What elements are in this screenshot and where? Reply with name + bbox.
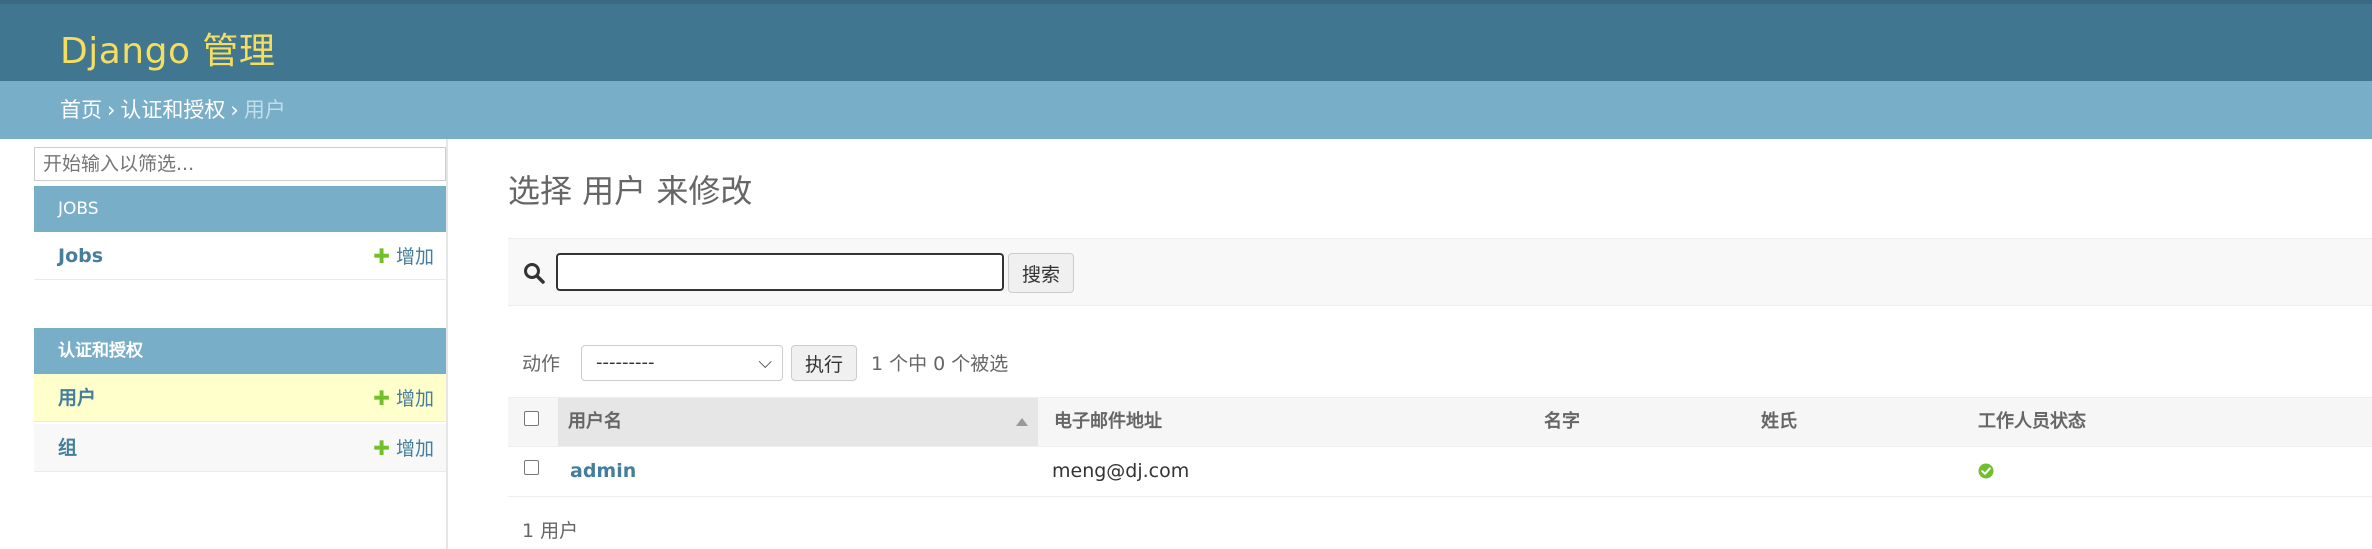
breadcrumb-separator: › [107, 98, 116, 122]
breadcrumb-separator: › [230, 98, 239, 122]
plus-icon: ✚ [373, 436, 390, 460]
add-label: 增加 [395, 388, 434, 410]
search-toolbar: 搜索 [508, 238, 2372, 306]
breadcrumb-app[interactable]: 认证和授权 [120, 98, 225, 122]
site-brand[interactable]: Django 管理 [60, 22, 275, 74]
module-caption-auth[interactable]: 认证和授权 [34, 328, 446, 374]
table-row: admin meng@dj.com [508, 447, 2372, 497]
site-header: Django 管理 [0, 0, 2372, 81]
select-all-checkbox[interactable] [524, 411, 539, 426]
module-caption-jobs[interactable]: JOBS [34, 186, 446, 232]
column-username-header[interactable]: 用户名 [558, 398, 1038, 446]
add-label: 增加 [395, 246, 434, 268]
paginator: 1 用户 [522, 520, 579, 542]
sidebar-item-users-link[interactable]: 用户 [58, 374, 96, 422]
column-email-header[interactable]: 电子邮件地址 [1054, 398, 1162, 446]
breadcrumb-home[interactable]: 首页 [60, 98, 102, 122]
breadcrumb-current: 用户 [243, 98, 286, 122]
sidebar-item-users: 用户 ✚ 增加 [34, 374, 446, 422]
email-cell: meng@dj.com [1052, 460, 1190, 482]
sort-ascending-icon[interactable] [1016, 418, 1028, 426]
search-button[interactable]: 搜索 [1008, 253, 1074, 293]
column-staff-status-header[interactable]: 工作人员状态 [1978, 398, 2086, 446]
column-header-label: 用户名 [568, 411, 622, 432]
column-first-name-header[interactable]: 名字 [1544, 398, 1580, 446]
username-link[interactable]: admin [570, 447, 636, 495]
plus-icon: ✚ [373, 244, 390, 268]
add-label: 增加 [395, 438, 434, 460]
actions-label: 动作 [522, 353, 561, 375]
sidebar-item-jobs-link[interactable]: Jobs [58, 232, 103, 280]
sidebar-divider [446, 139, 448, 549]
search-input[interactable] [556, 253, 1004, 291]
plus-icon: ✚ [373, 386, 390, 410]
add-user-button[interactable]: ✚ 增加 [373, 374, 434, 423]
chevron-down-icon: ⌵ [758, 352, 772, 373]
add-jobs-button[interactable]: ✚ 增加 [373, 232, 434, 281]
go-button[interactable]: 执行 [791, 345, 857, 381]
sidebar-item-groups-link[interactable]: 组 [58, 424, 77, 472]
add-group-button[interactable]: ✚ 增加 [373, 424, 434, 473]
page-title: 选择 用户 来修改 [508, 172, 753, 210]
selection-counter: 1 个中 0 个被选 [871, 353, 1009, 375]
breadcrumb: 首页 › 认证和授权 › 用户 [0, 81, 2372, 139]
sidebar-item-groups: 组 ✚ 增加 [34, 424, 446, 472]
action-select-value: --------- [596, 352, 655, 373]
column-last-name-header[interactable]: 姓氏 [1761, 398, 1797, 446]
sidebar-item-jobs: Jobs ✚ 增加 [34, 232, 446, 280]
search-icon [524, 263, 545, 284]
nav-filter-input[interactable] [34, 147, 446, 181]
check-circle-icon [1978, 463, 1994, 479]
table-header: 用户名 电子邮件地址 名字 姓氏 工作人员状态 [508, 397, 2372, 447]
action-select[interactable]: --------- ⌵ [581, 345, 783, 381]
row-select-checkbox[interactable] [524, 460, 539, 475]
